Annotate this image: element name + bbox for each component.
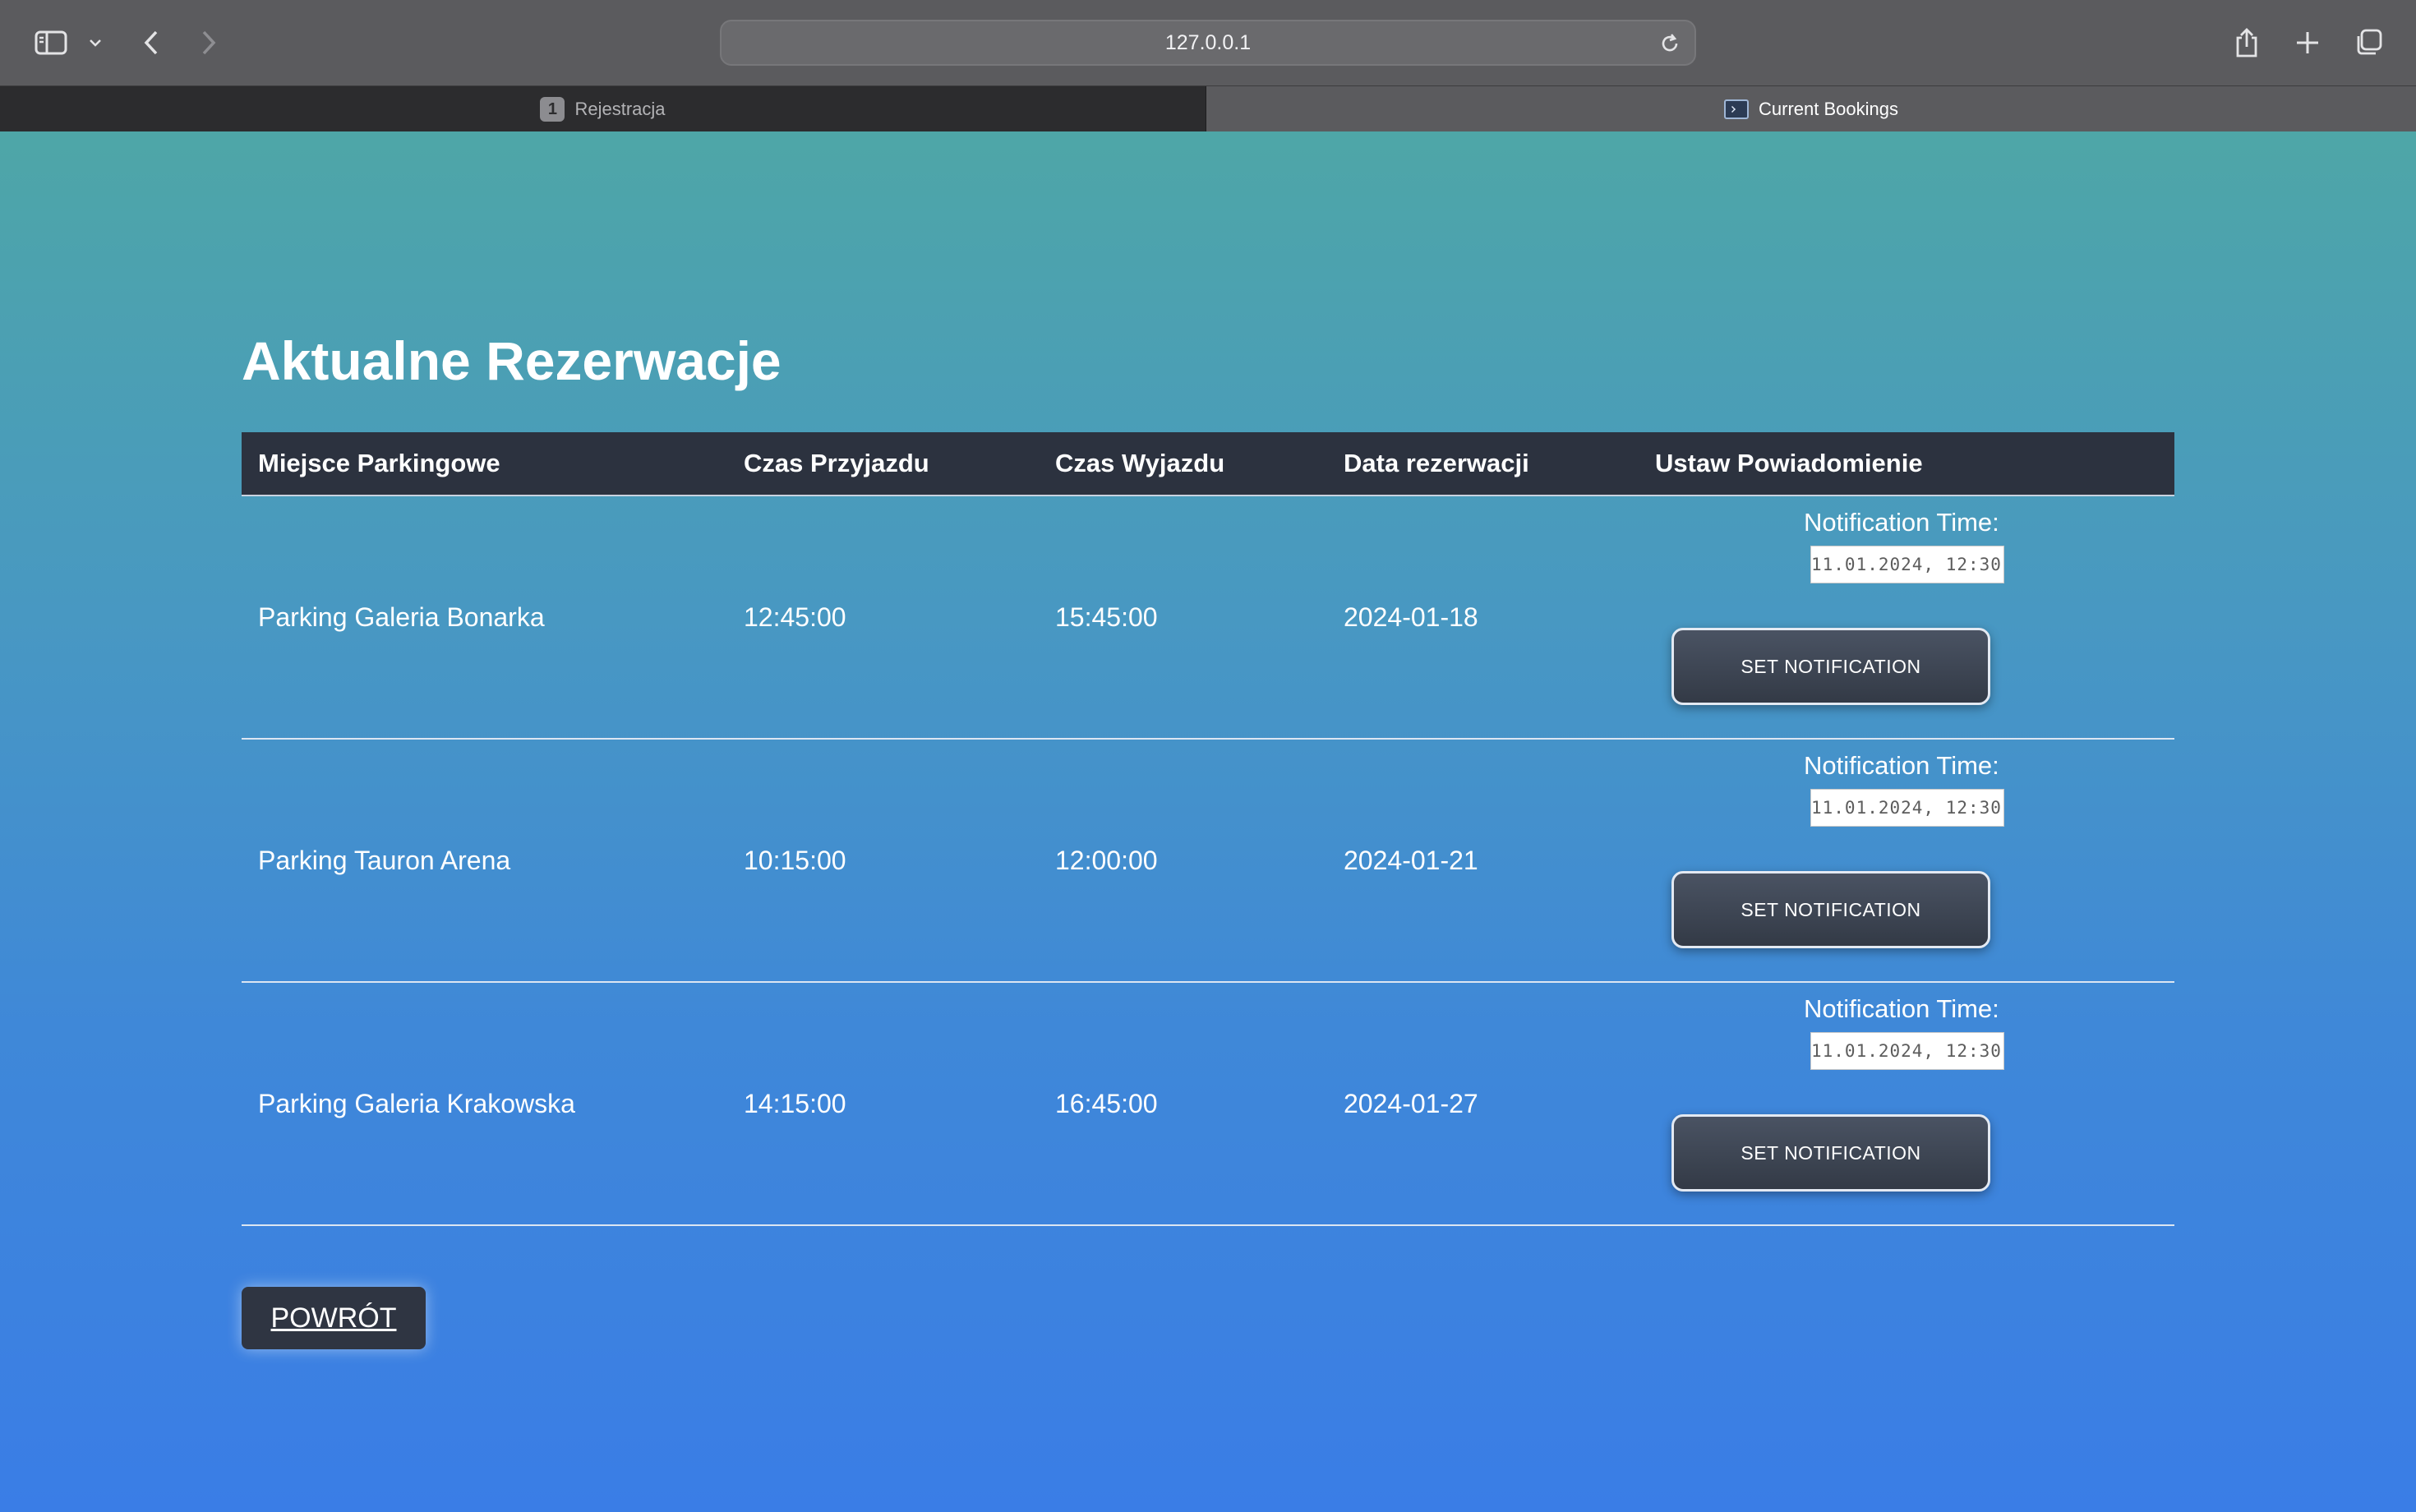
notification-time-label: Notification Time: [1804,994,1999,1023]
share-icon[interactable] [2230,18,2263,67]
column-header-date: Data rezerwacji [1344,449,1529,477]
tab-number-badge: 1 [540,97,565,122]
column-header-notification: Ustaw Powiadomienie [1655,449,1923,477]
browser-toolbar: 127.0.0.1 [0,0,2416,85]
tab-overview-icon[interactable] [2352,18,2385,67]
reload-icon[interactable] [1658,32,1681,59]
cell-departure: 12:00:00 [1055,845,1158,875]
tab-current-bookings[interactable]: Current Bookings [1206,86,2416,132]
bookings-table: Miejsce Parkingowe Czas Przyjazdu Czas W… [242,432,2174,1226]
column-header-place: Miejsce Parkingowe [258,449,500,477]
back-button[interactable]: POWRÓT [242,1287,426,1349]
cell-arrival: 14:15:00 [744,1088,846,1118]
notification-time-input[interactable] [1810,546,2004,583]
notification-time-label: Notification Time: [1804,508,1999,537]
notification-time-input[interactable] [1810,1032,2004,1070]
table-row: Parking Tauron Arena 10:15:00 12:00:00 2… [242,740,2174,983]
back-arrow-icon[interactable] [138,18,164,67]
cell-date: 2024-01-21 [1344,845,1478,875]
notification-time-label: Notification Time: [1804,751,1999,780]
column-header-arrival: Czas Przyjazdu [744,449,929,477]
set-notification-button[interactable]: SET NOTIFICATION [1671,871,1990,948]
cell-place: Parking Tauron Arena [258,845,511,875]
sidebar-toggle-icon[interactable] [31,18,71,67]
cell-departure: 15:45:00 [1055,602,1158,632]
cell-date: 2024-01-18 [1344,602,1478,632]
cell-arrival: 10:15:00 [744,845,846,875]
cell-departure: 16:45:00 [1055,1088,1158,1118]
forward-arrow-icon[interactable] [196,18,222,67]
cell-arrival: 12:45:00 [744,602,846,632]
cell-date: 2024-01-27 [1344,1088,1478,1118]
terminal-favicon-icon [1724,99,1749,119]
page-title: Aktualne Rezerwacje [242,330,782,391]
page-content: Aktualne Rezerwacje Miejsce Parkingowe C… [0,131,2416,1512]
chevron-down-icon[interactable] [85,18,105,67]
table-row: Parking Galeria Krakowska 14:15:00 16:45… [242,983,2174,1226]
cell-place: Parking Galeria Bonarka [258,602,545,632]
address-bar[interactable]: 127.0.0.1 [720,20,1696,66]
cell-place: Parking Galeria Krakowska [258,1088,575,1118]
table-header: Miejsce Parkingowe Czas Przyjazdu Czas W… [242,432,2174,496]
set-notification-button[interactable]: SET NOTIFICATION [1671,628,1990,705]
set-notification-button[interactable]: SET NOTIFICATION [1671,1114,1990,1192]
tab-rejestracja[interactable]: 1 Rejestracja [0,86,1206,132]
notification-time-input[interactable] [1810,789,2004,827]
new-tab-plus-icon[interactable] [2291,18,2324,67]
tab-label: Rejestracja [574,99,666,119]
tab-label: Current Bookings [1759,99,1898,119]
column-header-departure: Czas Wyjazdu [1055,449,1225,477]
tab-bar: 1 Rejestracja Current Bookings [0,85,2416,132]
table-row: Parking Galeria Bonarka 12:45:00 15:45:0… [242,496,2174,740]
url-text: 127.0.0.1 [1164,30,1252,54]
